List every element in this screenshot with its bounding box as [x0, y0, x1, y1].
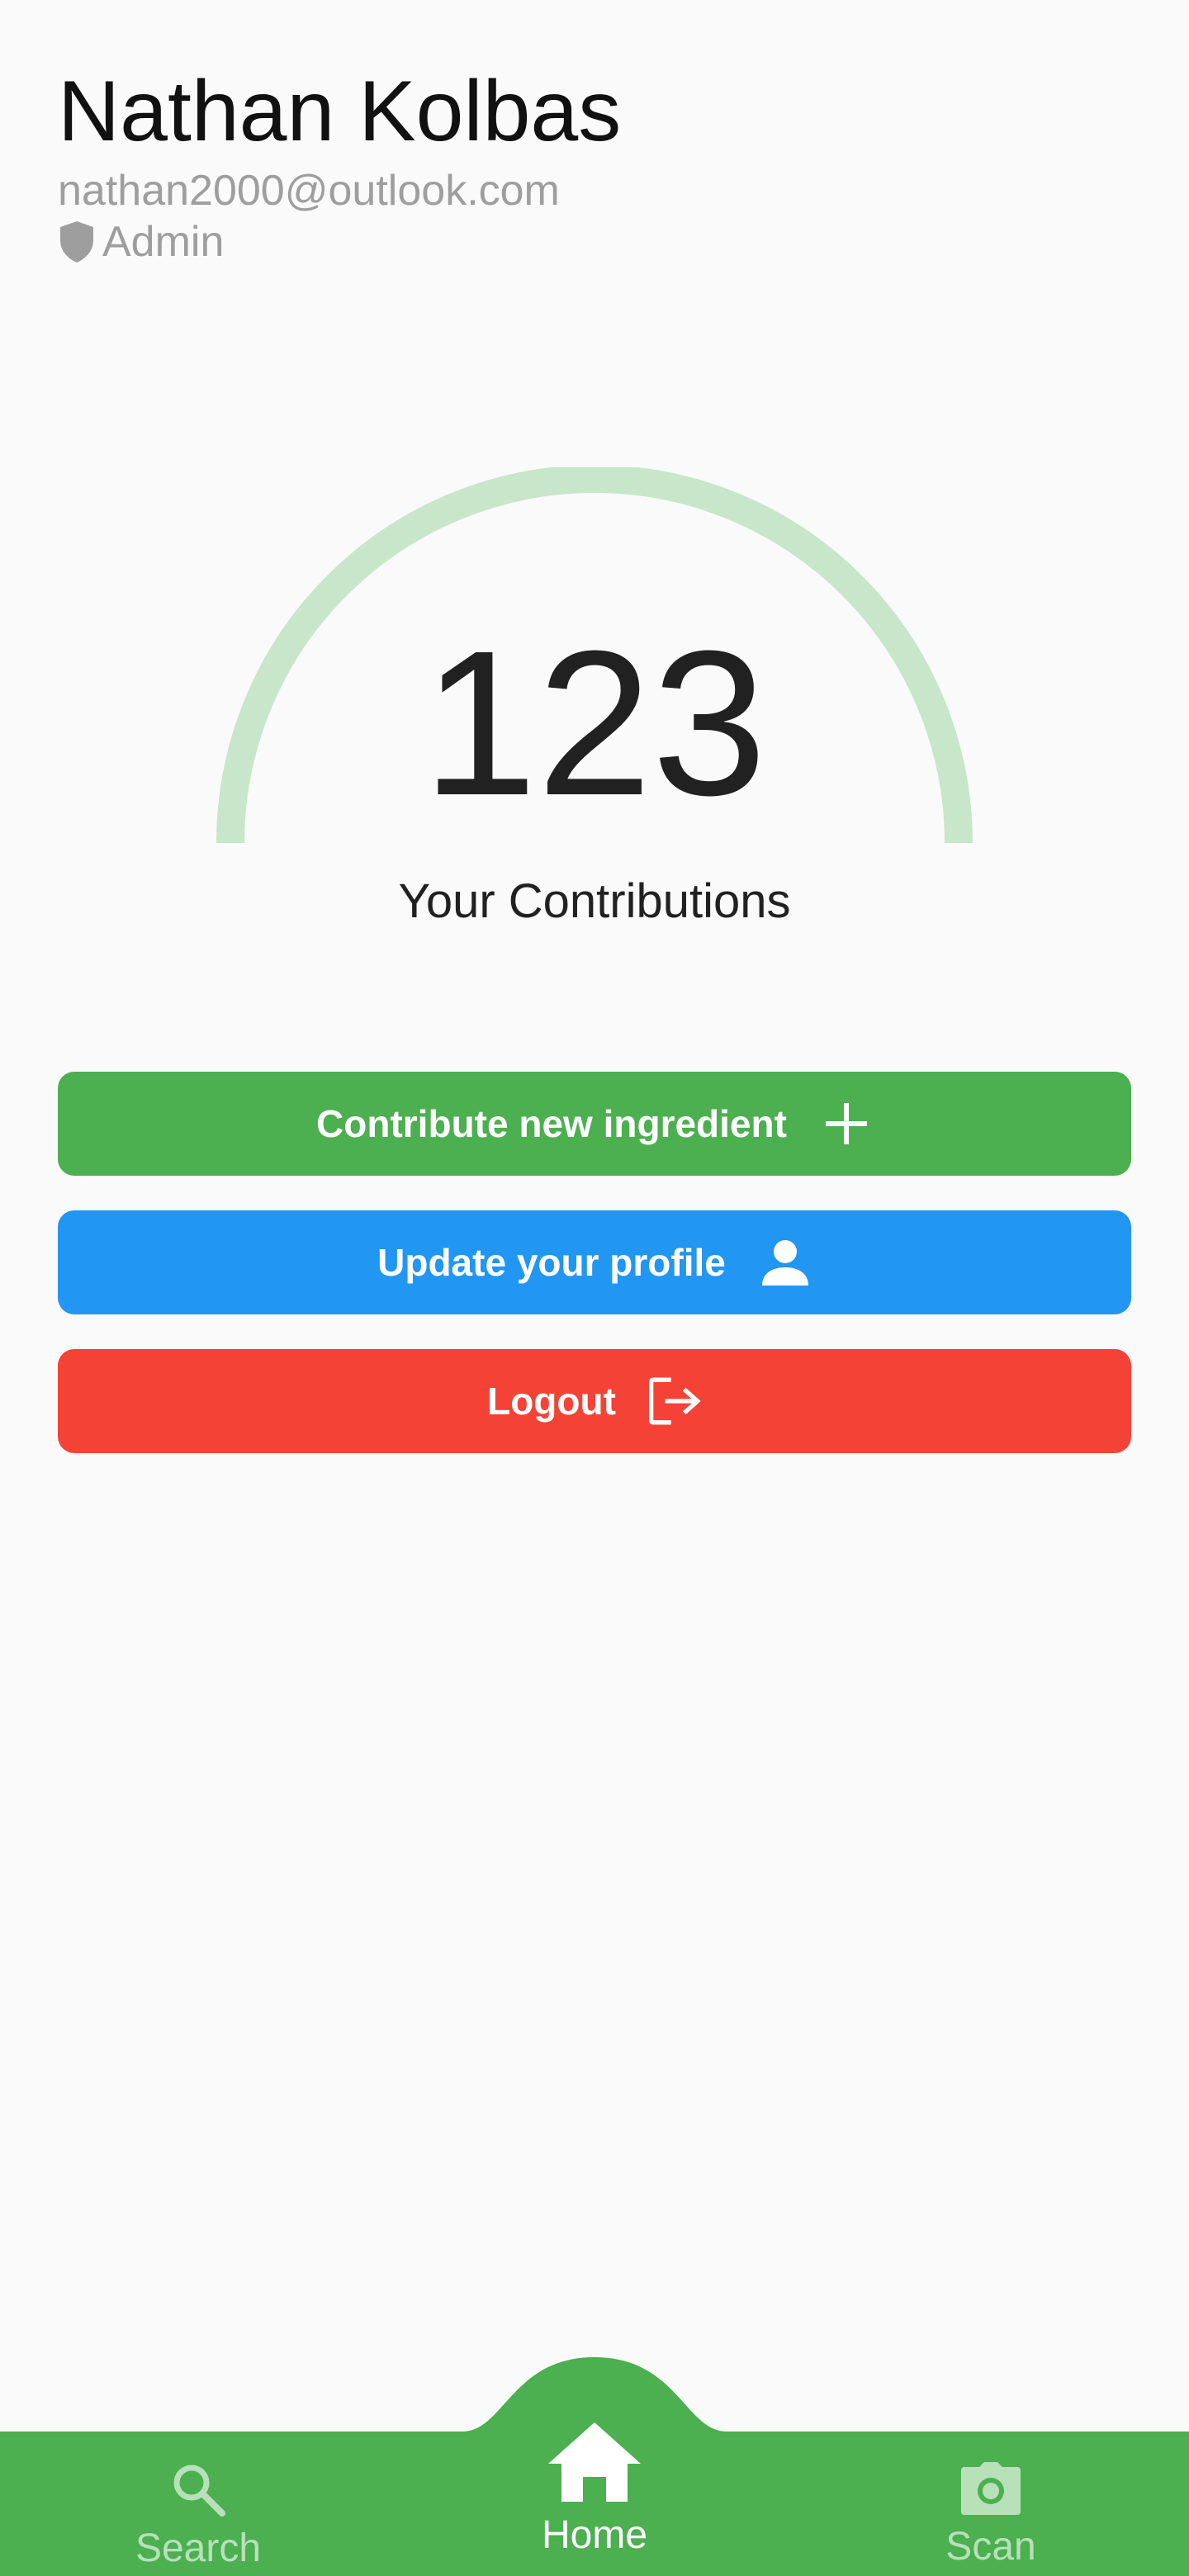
- update-profile-label: Update your profile: [377, 1241, 726, 1284]
- nav-search-label: Search: [135, 2526, 262, 2570]
- nav-home[interactable]: Home: [512, 2419, 677, 2559]
- update-profile-button[interactable]: Update your profile: [58, 1210, 1131, 1314]
- contributions-count: 123: [422, 608, 767, 838]
- action-buttons: Contribute new ingredient Update your pr…: [58, 1072, 1131, 1488]
- home-icon: [545, 2419, 644, 2509]
- nav-home-label: Home: [541, 2513, 648, 2557]
- nav-search[interactable]: Search: [116, 2460, 281, 2572]
- profile-header: Nathan Kolbas nathan2000@outlook.com Adm…: [58, 58, 1131, 268]
- logout-label: Logout: [487, 1380, 616, 1423]
- nav-scan-label: Scan: [945, 2525, 1036, 2569]
- search-icon: [169, 2460, 227, 2522]
- logout-button[interactable]: Logout: [58, 1349, 1131, 1453]
- nav-scan[interactable]: Scan: [908, 2460, 1073, 2570]
- role-label: Admin: [102, 218, 225, 266]
- contribute-ingredient-button[interactable]: Contribute new ingredient: [58, 1072, 1131, 1176]
- person-icon: [759, 1236, 812, 1289]
- contributions-gauge: 123 Your Contributions: [216, 467, 973, 928]
- logout-icon: [648, 1375, 702, 1428]
- user-email: nathan2000@outlook.com: [58, 167, 560, 215]
- contributions-label: Your Contributions: [398, 874, 791, 928]
- camera-icon: [959, 2460, 1022, 2521]
- plus-icon: [820, 1097, 873, 1150]
- contribute-ingredient-label: Contribute new ingredient: [316, 1102, 787, 1145]
- user-name: Nathan Kolbas: [58, 64, 622, 159]
- shield-icon: [58, 220, 96, 264]
- bottom-navigation: Search Home Scan: [0, 2357, 1189, 2576]
- role-badge: Admin: [58, 216, 1131, 268]
